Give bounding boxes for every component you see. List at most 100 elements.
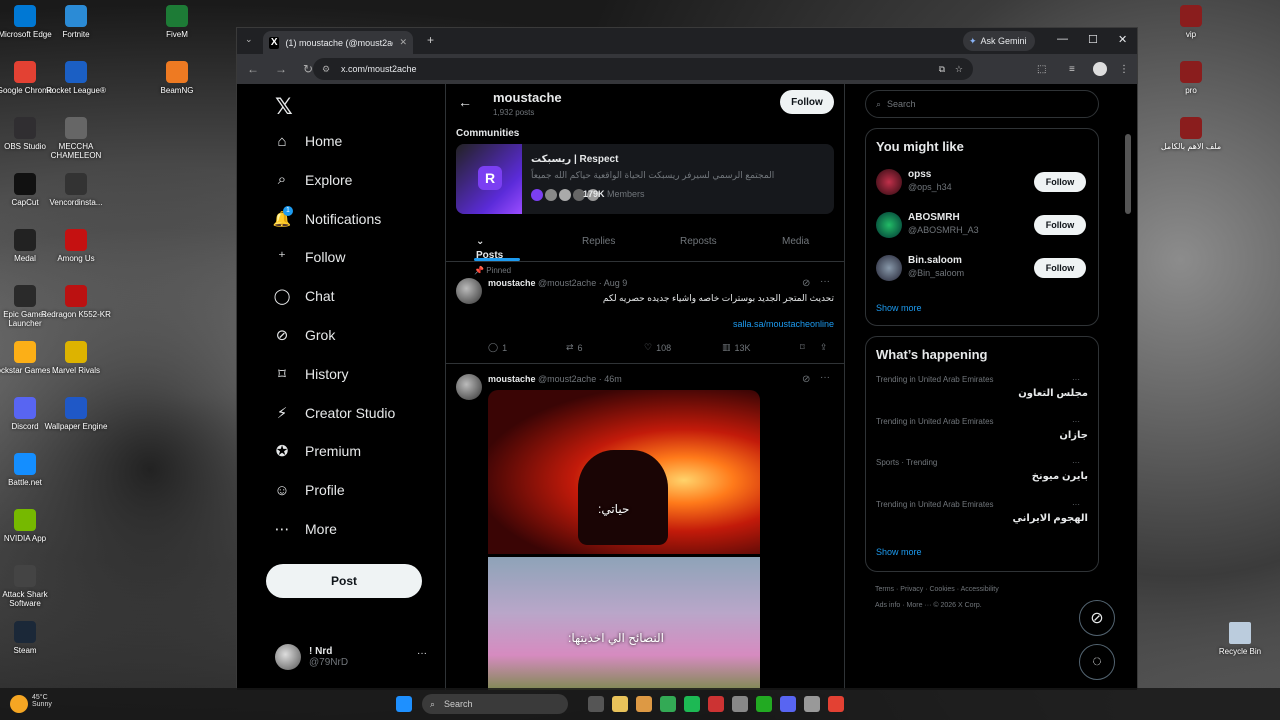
nav-item-grok[interactable]: ⊘ Grok [273, 326, 336, 344]
star-icon[interactable]: ☆ [955, 64, 963, 75]
bookmark-icon[interactable]: ⌑ [800, 342, 805, 353]
desktop-icon[interactable]: Rocket League® [41, 61, 111, 95]
more-icon[interactable]: ··· [1072, 375, 1080, 384]
reply-button[interactable]: ◯ 1 [488, 342, 507, 353]
desktop-icon[interactable]: Marvel Rivals [41, 341, 111, 375]
taskbar-app-icon[interactable] [732, 696, 748, 712]
nav-item-home[interactable]: ⌂ Home [273, 132, 342, 150]
desktop-icon[interactable]: Redragon K552-KR [41, 285, 111, 319]
install-icon[interactable]: ⧉ [939, 64, 945, 75]
grok-fab-icon[interactable]: ⊘ [1079, 600, 1115, 636]
reload-icon[interactable]: ↻ [303, 62, 313, 76]
back-icon[interactable]: ← [247, 62, 259, 76]
repost-button[interactable]: ⇄ 6 [566, 342, 583, 353]
desktop-icon[interactable]: FiveM [142, 5, 212, 39]
start-icon[interactable] [396, 696, 412, 712]
search-input[interactable]: ⌕ Search [865, 90, 1099, 118]
browser-profile-icon[interactable] [1093, 62, 1107, 76]
taskbar-app-icon[interactable] [660, 696, 676, 712]
x-logo-icon[interactable]: 𝕏 [275, 94, 293, 120]
account-more-icon[interactable]: ··· [417, 648, 427, 659]
avatar[interactable] [456, 374, 482, 400]
fire-meme-image[interactable]: حياتي: [488, 390, 760, 554]
tab-search-icon[interactable]: ⌄ [245, 34, 253, 45]
taskbar-app-icon[interactable] [756, 696, 772, 712]
taskbar-app-icon[interactable] [636, 696, 652, 712]
desktop-icon[interactable]: Among Us [41, 229, 111, 263]
more-icon[interactable]: ··· [820, 372, 830, 383]
suggested-user[interactable]: Bin.saloom @Bin_saloom Follow [876, 253, 1090, 285]
taskbar-app-icon[interactable] [588, 696, 604, 712]
maximize-icon[interactable]: ☐ [1088, 33, 1098, 46]
trend-item[interactable]: Trending in United Arab Emirates مجلس الت… [876, 375, 1088, 399]
browser-tab[interactable]: X (1) moustache (@moust2ache) ✕ [263, 31, 413, 54]
like-button[interactable]: ♡ 108 [644, 342, 671, 353]
desktop-icon[interactable]: pro [1156, 61, 1226, 95]
back-arrow-icon[interactable]: ← [458, 94, 472, 110]
more-icon[interactable]: ··· [820, 276, 830, 287]
taskbar-app-icon[interactable] [780, 696, 796, 712]
desktop-icon[interactable]: MECCHA CHAMELEON [41, 117, 111, 160]
tab-reposts[interactable]: Reposts [680, 236, 717, 247]
nav-item-notifications[interactable]: 🔔 1 Notifications [273, 205, 381, 228]
grok-icon[interactable]: ⊘ [802, 278, 810, 289]
desktop-icon[interactable]: vip [1156, 5, 1226, 39]
forward-icon[interactable]: → [275, 62, 287, 76]
share-icon[interactable]: ⇪ [820, 342, 828, 353]
trend-item[interactable]: Trending in United Arab Emirates جازان ··· [876, 417, 1088, 441]
taskbar-app-icon[interactable] [708, 696, 724, 712]
tab-media[interactable]: Media [782, 236, 809, 247]
taskbar-search[interactable]: ⌕ Search [422, 694, 568, 714]
media-icon[interactable]: ≡ [1069, 64, 1075, 75]
nav-item-more[interactable]: ⋯ More [273, 520, 337, 538]
tab-replies[interactable]: Replies [582, 236, 615, 247]
weather-icon[interactable] [10, 695, 28, 713]
browser-menu-icon[interactable]: ⋮ [1119, 64, 1129, 75]
trend-item[interactable]: Sports · Trending بايرن ميونخ ··· [876, 458, 1088, 482]
minimize-icon[interactable]: — [1057, 33, 1068, 45]
nav-item-premium[interactable]: ✪ Premium [273, 442, 361, 460]
more-icon[interactable]: ··· [1072, 417, 1080, 426]
taskbar-app-icon[interactable] [804, 696, 820, 712]
nav-item-history[interactable]: ⌑ History [273, 365, 348, 383]
tab-posts[interactable]: Posts ⌄ [476, 236, 503, 261]
desktop-icon[interactable]: Attack Shark Software [0, 565, 60, 608]
messages-fab-icon[interactable]: ◌ [1079, 644, 1115, 680]
more-icon[interactable]: ··· [1072, 500, 1080, 509]
desktop-icon[interactable]: ملف الاهم بالكامل [1156, 117, 1226, 151]
nav-item-creator-studio[interactable]: ⚡ Creator Studio [273, 404, 396, 422]
nav-item-explore[interactable]: ⌕ Explore [273, 171, 353, 189]
scrollbar[interactable] [1125, 134, 1131, 214]
ask-gemini-button[interactable]: ✦ Ask Gemini [963, 31, 1035, 51]
pinned-post[interactable]: 📌 Pinned moustache @moust2ache · Aug 9 ⊘… [446, 262, 844, 364]
media-post[interactable]: moustache @moust2ache · 46m ⊘ ··· حياتي:… [446, 366, 844, 690]
views-button[interactable]: ▥ 13K [722, 342, 751, 353]
post-button[interactable]: Post [266, 564, 422, 598]
recycle-bin[interactable]: Recycle Bin [1205, 622, 1275, 656]
desktop-icon[interactable]: BeamNG [142, 61, 212, 95]
suggested-user[interactable]: ABOSMRH @ABOSMRH_A3 Follow [876, 210, 1090, 242]
flower-meme-image[interactable]: النصائح الي اخذيتها: [488, 557, 760, 690]
taskbar-app-icon[interactable] [612, 696, 628, 712]
desktop-icon[interactable]: Battle.net [0, 453, 60, 487]
community-card[interactable]: R ريسبكت | Respect المجتمع الرسمي لسيرفر… [456, 144, 834, 214]
desktop-icon[interactable]: Vencordinsta... [41, 173, 111, 207]
desktop-icon[interactable]: NVIDIA App [0, 509, 60, 543]
close-tab-icon[interactable]: ✕ [399, 37, 407, 48]
account-switcher[interactable]: ! Nrd @79NrD ··· [275, 644, 427, 670]
suggested-user[interactable]: opss @ops_h34 Follow [876, 167, 1090, 199]
extensions-icon[interactable]: ⬚ [1037, 64, 1046, 75]
taskbar-app-icon[interactable] [684, 696, 700, 712]
new-tab-icon[interactable]: + [427, 33, 434, 47]
follow-button[interactable]: Follow [1034, 258, 1086, 278]
desktop-icon[interactable]: Fortnite [41, 5, 111, 39]
follow-button[interactable]: Follow [780, 90, 834, 114]
show-more-link[interactable]: Show more [876, 303, 922, 313]
desktop-icon[interactable]: Wallpaper Engine [41, 397, 111, 431]
nav-item-chat[interactable]: ◯ Chat [273, 287, 335, 305]
avatar[interactable] [456, 278, 482, 304]
trend-item[interactable]: Trending in United Arab Emirates الهجوم ا… [876, 500, 1088, 524]
follow-button[interactable]: Follow [1034, 215, 1086, 235]
post-link[interactable]: salla.sa/moustacheonline [733, 319, 834, 329]
follow-button[interactable]: Follow [1034, 172, 1086, 192]
